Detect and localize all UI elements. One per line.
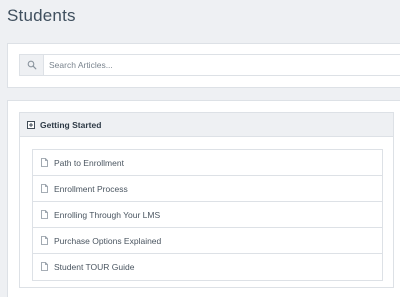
category-title: Getting Started (40, 119, 102, 130)
article-label[interactable]: Purchase Options Explained (54, 236, 161, 246)
page-title: Students (7, 6, 76, 25)
document-icon (41, 232, 48, 250)
article-list: Path to Enrollment Enrollment Process En… (32, 149, 383, 281)
document-icon (41, 180, 48, 198)
search-input[interactable] (44, 55, 384, 75)
document-icon (41, 206, 48, 224)
search-panel (7, 43, 400, 88)
article-link-purchase-options[interactable]: Purchase Options Explained (33, 228, 382, 254)
document-icon (41, 154, 48, 172)
search-box[interactable] (19, 54, 400, 76)
category-header[interactable]: Getting Started (20, 113, 393, 137)
category-panel: Getting Started Path to Enrollment Enrol… (7, 100, 400, 297)
category-getting-started: Getting Started Path to Enrollment Enrol… (19, 112, 394, 288)
article-link-student-tour-guide[interactable]: Student TOUR Guide (33, 254, 382, 280)
article-link-path-to-enrollment[interactable]: Path to Enrollment (33, 150, 382, 176)
search-icon[interactable] (20, 55, 44, 75)
article-link-enrollment-process[interactable]: Enrollment Process (33, 176, 382, 202)
article-label[interactable]: Path to Enrollment (54, 158, 124, 168)
plus-square-icon[interactable] (27, 116, 35, 134)
document-icon (41, 258, 48, 276)
article-label[interactable]: Enrollment Process (54, 184, 128, 194)
article-link-enrolling-through-lms[interactable]: Enrolling Through Your LMS (33, 202, 382, 228)
article-label[interactable]: Student TOUR Guide (54, 262, 134, 272)
article-label[interactable]: Enrolling Through Your LMS (54, 210, 160, 220)
